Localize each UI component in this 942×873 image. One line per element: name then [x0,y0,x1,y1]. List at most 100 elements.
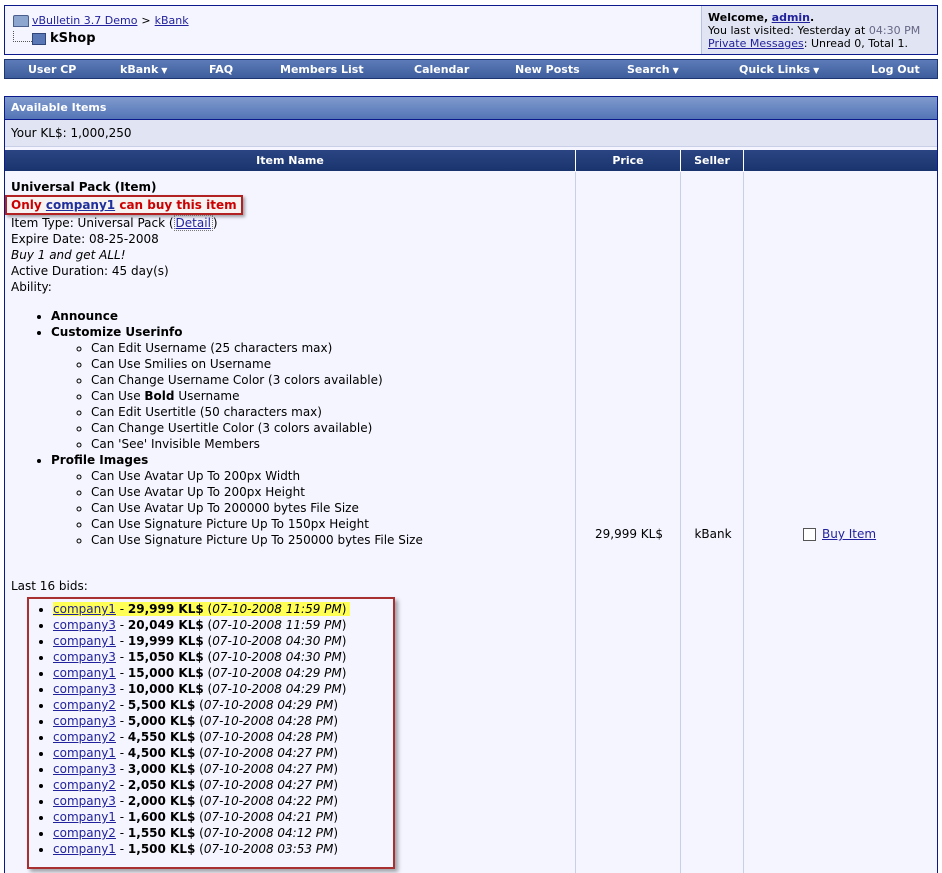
buy-item-control[interactable]: Buy Item [803,527,876,541]
list-item: Can Use Smilies on Username [91,356,571,372]
nav-faq[interactable]: FAQ [209,63,233,76]
bid-date: 07-10-2008 04:27 PM [203,762,334,776]
bid-date: 07-10-2008 04:28 PM [203,714,334,728]
bidder-link[interactable]: company1 [53,842,116,856]
buy-item-checkbox[interactable] [803,528,816,541]
item-name: Universal Pack (Item) [11,180,157,194]
breadcrumb-home-link[interactable]: vBulletin 3.7 Demo [32,14,137,27]
nav-user-cp[interactable]: User CP [28,63,76,76]
list-item: Can Use Avatar Up To 200000 bytes File S… [91,500,571,516]
list-item: Can Change Usertitle Color (3 colors ava… [91,420,571,436]
bid-row: company3 - 10,000 KL$ (07-10-2008 04:29 … [53,681,393,697]
nav-kbank[interactable]: kBank ▼ [120,63,167,76]
detail-link[interactable]: Detail [173,215,213,231]
balance-row: Your KL$: 1,000,250 [5,120,937,147]
bid-row: company2 - 2,050 KL$ (07-10-2008 04:27 P… [53,777,393,793]
bid-row: company1 - 29,999 KL$ (07-10-2008 11:59 … [53,601,393,617]
bid-row: company1 - 15,000 KL$ (07-10-2008 04:29 … [53,665,393,681]
bold-word: Bold [144,389,175,403]
bid-date: 07-10-2008 04:29 PM [212,666,342,680]
list-item: Can Edit Username (25 characters max) [91,340,571,356]
navbar: User CP kBank ▼ FAQ Members List Calendar… [4,59,938,79]
tree-connector-icon [13,31,34,42]
nav-log-out[interactable]: Log Out [871,63,920,76]
list-item: Can Use Signature Picture Up To 250000 b… [91,532,571,548]
item-price: 29,999 KL$ [595,527,663,541]
bid-row: company3 - 5,000 KL$ (07-10-2008 04:28 P… [53,713,393,729]
col-seller: Seller [681,150,744,171]
bid-date: 07-10-2008 11:59 PM [212,602,342,616]
bid-date: 07-10-2008 04:29 PM [212,682,342,696]
bold-prefix: Can Use [91,389,141,403]
bidder-link[interactable]: company1 [53,634,116,648]
nav-new-posts-label: New Posts [515,63,580,76]
bidder-link[interactable]: company2 [53,698,116,712]
nav-quick-links[interactable]: Quick Links ▼ [739,63,819,76]
bidder-link[interactable]: company1 [53,602,116,616]
nav-calendar[interactable]: Calendar [414,63,469,76]
bid-row: company1 - 4,500 KL$ (07-10-2008 04:27 P… [53,745,393,761]
bid-date: 07-10-2008 04:28 PM [203,730,334,744]
section-title: Available Items [5,97,937,120]
dropdown-arrow-icon: ▼ [672,66,679,75]
list-item: Can Use Signature Picture Up To 150px He… [91,516,571,532]
bidder-link[interactable]: company1 [53,666,116,680]
nav-kbank-label: kBank [120,63,159,76]
bid-amount: 15,050 KL$ [127,650,204,664]
bid-amount: 5,500 KL$ [127,698,196,712]
list-item: Can Use Avatar Up To 200px Width [91,468,571,484]
bid-date: 07-10-2008 04:22 PM [203,794,334,808]
ability-label: Ability: [11,280,52,294]
nav-faq-label: FAQ [209,63,234,76]
bidder-link[interactable]: company3 [53,714,116,728]
bid-date: 07-10-2008 04:30 PM [212,650,342,664]
bid-date: 07-10-2008 04:30 PM [212,634,342,648]
bidder-link[interactable]: company3 [53,650,116,664]
list-item: Can Change Username Color (3 colors avai… [91,372,571,388]
item-tagline: Buy 1 and get ALL! [11,248,126,262]
col-price: Price [576,150,681,171]
welcome-panel: Welcome, admin. You last visited: Yester… [701,6,937,54]
list-item: Can Use Bold Username [91,388,571,404]
bidder-link[interactable]: company3 [53,618,116,632]
bidder-link[interactable]: company2 [53,778,116,792]
bidder-link[interactable]: company2 [53,826,116,840]
nav-search[interactable]: Search ▼ [627,63,679,76]
nav-new-posts[interactable]: New Posts [515,63,580,76]
ability-list: Announce Customize Userinfo Can Edit Use… [11,308,571,548]
bold-suffix: Username [178,389,240,403]
dropdown-arrow-icon: ▼ [813,66,820,75]
bid-row: company3 - 3,000 KL$ (07-10-2008 04:27 P… [53,761,393,777]
nav-calendar-label: Calendar [414,63,470,76]
restricted-user-link[interactable]: company1 [46,198,115,212]
available-items-table: Available Items Your KL$: 1,000,250 Item… [4,96,938,873]
buy-item-link[interactable]: Buy Item [822,527,876,541]
bid-date: 07-10-2008 03:53 PM [203,842,334,856]
bidder-link[interactable]: company3 [53,794,116,808]
list-item: Can 'See' Invisible Members [91,436,571,452]
private-messages-link[interactable]: Private Messages [708,37,804,50]
item-details: Universal Pack (Item) Only company1 can … [5,179,571,594]
bidder-link[interactable]: company3 [53,762,116,776]
bidder-link[interactable]: company1 [53,746,116,760]
bid-row: company2 - 1,550 KL$ (07-10-2008 04:12 P… [53,825,393,841]
bid-amount: 1,600 KL$ [127,810,196,824]
ability-profile-images: Profile Images Can Use Avatar Up To 200p… [51,452,571,548]
restriction-suffix: can buy this item [119,198,237,212]
bidder-link[interactable]: company3 [53,682,116,696]
breadcrumb-separator: > [141,14,151,27]
username-link[interactable]: admin [772,11,810,24]
active-duration: Active Duration: 45 day(s) [11,264,169,278]
welcome-period: . [810,11,815,24]
bid-amount: 5,000 KL$ [127,714,196,728]
nav-members-list[interactable]: Members List [280,63,364,76]
ability-customize-userinfo: Customize Userinfo Can Edit Username (25… [51,324,571,452]
bid-amount: 4,500 KL$ [127,746,196,760]
bidder-link[interactable]: company2 [53,730,116,744]
bid-date: 07-10-2008 04:27 PM [203,746,334,760]
bidder-link[interactable]: company1 [53,810,116,824]
bid-row: company3 - 20,049 KL$ (07-10-2008 11:59 … [53,617,393,633]
bid-amount: 3,000 KL$ [127,762,196,776]
bid-history-box: company1 - 29,999 KL$ (07-10-2008 11:59 … [27,597,395,869]
breadcrumb-kbank-link[interactable]: kBank [155,14,189,27]
